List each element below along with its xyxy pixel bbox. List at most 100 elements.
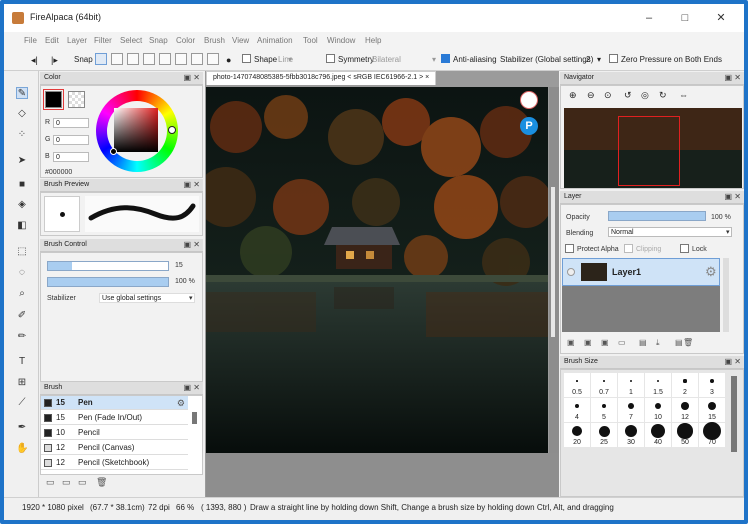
- panel-close-icon[interactable]: ▣ ✕: [725, 192, 741, 201]
- panel-close-icon[interactable]: ▣ ✕: [184, 240, 200, 249]
- layer-row[interactable]: Layer1 ⚙: [562, 258, 720, 286]
- hue-cursor[interactable]: [168, 126, 176, 134]
- new-8bit-layer-icon[interactable]: ▣: [584, 338, 592, 347]
- eyedropper-icon[interactable]: ⟋: [16, 397, 28, 409]
- delete-layer-icon[interactable]: 🗑: [683, 338, 693, 347]
- rotate-left-icon[interactable]: ↺: [624, 90, 632, 101]
- canvas-scroll-thumb[interactable]: [551, 187, 555, 337]
- brush-settings-icon[interactable]: ⚙: [177, 398, 185, 409]
- snap-settings-icon[interactable]: ●: [226, 55, 231, 65]
- brush-opacity-slider[interactable]: [47, 277, 169, 287]
- duplicate-brush-icon[interactable]: ▭: [78, 477, 87, 488]
- panel-close-icon[interactable]: ▣ ✕: [184, 73, 200, 82]
- canvas-image[interactable]: P: [206, 87, 548, 453]
- brush-size-cell[interactable]: 0.5: [564, 373, 590, 397]
- brush-size-cell[interactable]: 3: [699, 373, 725, 397]
- minimize-button[interactable]: –: [634, 8, 664, 28]
- layer-more-icon[interactable]: ▤: [675, 338, 683, 347]
- undo-icon[interactable]: ◂|: [31, 55, 38, 66]
- brush-size-cell[interactable]: 1.5: [645, 373, 671, 397]
- brush-item-pencil[interactable]: 10 Pencil: [41, 426, 188, 440]
- brush-item-pen[interactable]: 15 Pen ⚙: [41, 396, 188, 410]
- layer-folder-icon[interactable]: ▭: [618, 338, 626, 347]
- brush-size-cell[interactable]: 12: [672, 398, 698, 422]
- layer-settings-icon[interactable]: ⚙: [705, 264, 717, 280]
- brush-size-cell[interactable]: 15: [699, 398, 725, 422]
- brush-list-scrollbar[interactable]: [192, 412, 197, 424]
- brush-size-cell[interactable]: 2: [672, 373, 698, 397]
- brush-size-cell[interactable]: 1: [618, 373, 644, 397]
- protect-alpha-checkbox[interactable]: [565, 244, 574, 253]
- symmetry-select[interactable]: Bilateral: [372, 55, 401, 64]
- brush-size-cell[interactable]: 40: [645, 423, 671, 447]
- stabilizer-select[interactable]: 2: [586, 55, 590, 64]
- hand-tool-icon[interactable]: ✋: [16, 443, 28, 455]
- brush-size-cell[interactable]: 0.7: [591, 373, 617, 397]
- menu-brush[interactable]: Brush: [204, 36, 225, 45]
- pen-tool-icon[interactable]: ✎: [16, 87, 28, 99]
- sv-cursor[interactable]: [110, 148, 117, 155]
- delete-brush-icon[interactable]: 🗑: [96, 477, 107, 488]
- navigator-preview[interactable]: [564, 108, 742, 188]
- mascot-icon[interactable]: [520, 91, 538, 109]
- panel-close-icon[interactable]: ▣ ✕: [725, 357, 741, 366]
- menu-select[interactable]: Select: [120, 36, 142, 45]
- brush-item-pencil-canvas[interactable]: 12 Pencil (Canvas): [41, 441, 188, 455]
- snap-vanish-icon[interactable]: [191, 53, 203, 65]
- menu-animation[interactable]: Animation: [257, 36, 293, 45]
- bucket-tool-icon[interactable]: ◈: [16, 199, 28, 211]
- brush-item-pencil-sketchbook[interactable]: 12 Pencil (Sketchbook): [41, 456, 188, 470]
- brush-size-cell[interactable]: 50: [672, 423, 698, 447]
- blending-select[interactable]: Normal: [608, 227, 732, 237]
- tab-close-icon[interactable]: ×: [425, 74, 429, 81]
- layer-opacity-slider[interactable]: [608, 211, 706, 221]
- fill-rect-icon[interactable]: ■: [16, 179, 28, 191]
- folder-icon[interactable]: ▭: [62, 477, 71, 488]
- merge-layer-icon[interactable]: ⤓: [656, 338, 660, 348]
- brush-stabilizer-select[interactable]: Use global settings: [99, 293, 195, 303]
- r-input[interactable]: 0: [53, 118, 89, 128]
- eraser-tool-icon[interactable]: ◇: [16, 108, 28, 120]
- brush-size-cell[interactable]: 7: [618, 398, 644, 422]
- menu-layer[interactable]: Layer: [67, 36, 87, 45]
- duplicate-layer-icon[interactable]: ▤: [639, 338, 647, 347]
- p-logo-icon[interactable]: P: [520, 117, 538, 135]
- snap-circle-icon[interactable]: [159, 53, 171, 65]
- dot-tool-icon[interactable]: ⁘: [16, 129, 28, 141]
- canvas-vscrollbar[interactable]: [549, 87, 559, 453]
- brush-size-slider[interactable]: [47, 261, 169, 271]
- menu-window[interactable]: Window: [327, 36, 355, 45]
- menu-snap[interactable]: Snap: [149, 36, 168, 45]
- magic-wand-icon[interactable]: ⌕: [16, 288, 28, 300]
- redo-icon[interactable]: |▸: [51, 55, 58, 66]
- navigator-view-rect[interactable]: [618, 116, 680, 186]
- lock-checkbox[interactable]: [680, 244, 689, 253]
- snap-radial-icon[interactable]: [143, 53, 155, 65]
- brush-size-cell[interactable]: 30: [618, 423, 644, 447]
- move-tool-icon[interactable]: ➤: [16, 155, 28, 167]
- brush-size-cell[interactable]: 5: [591, 398, 617, 422]
- primary-color-swatch[interactable]: [43, 89, 64, 110]
- zoom-in-icon[interactable]: ⊕: [569, 90, 577, 101]
- menu-tool[interactable]: Tool: [303, 36, 318, 45]
- gradient-tool-icon[interactable]: ◧: [16, 220, 28, 232]
- lasso-tool-icon[interactable]: ◌: [16, 267, 28, 279]
- symmetry-checkbox[interactable]: [326, 54, 335, 63]
- snap-off-icon[interactable]: [95, 53, 107, 65]
- brush-size-cell[interactable]: 10: [645, 398, 671, 422]
- eyedropper2-icon[interactable]: ✒: [16, 422, 28, 434]
- zoom-out-icon[interactable]: ⊖: [587, 90, 595, 101]
- menu-view[interactable]: View: [232, 36, 249, 45]
- new-layer-icon[interactable]: ▣: [567, 338, 575, 347]
- layer-scrollbar[interactable]: [723, 258, 729, 332]
- shape-checkbox[interactable]: [242, 54, 251, 63]
- select-pen-icon[interactable]: ✐: [16, 310, 28, 322]
- panel-close-icon[interactable]: ▣ ✕: [725, 73, 741, 82]
- panel-close-icon[interactable]: ▣ ✕: [184, 180, 200, 189]
- snap-curve-icon[interactable]: [175, 53, 187, 65]
- new-1bit-layer-icon[interactable]: ▣: [601, 338, 609, 347]
- g-input[interactable]: 0: [53, 135, 89, 145]
- snap-3d-icon[interactable]: [207, 53, 219, 65]
- select-eraser-icon[interactable]: ✏: [16, 331, 28, 343]
- rotate-right-icon[interactable]: ↻: [659, 90, 667, 101]
